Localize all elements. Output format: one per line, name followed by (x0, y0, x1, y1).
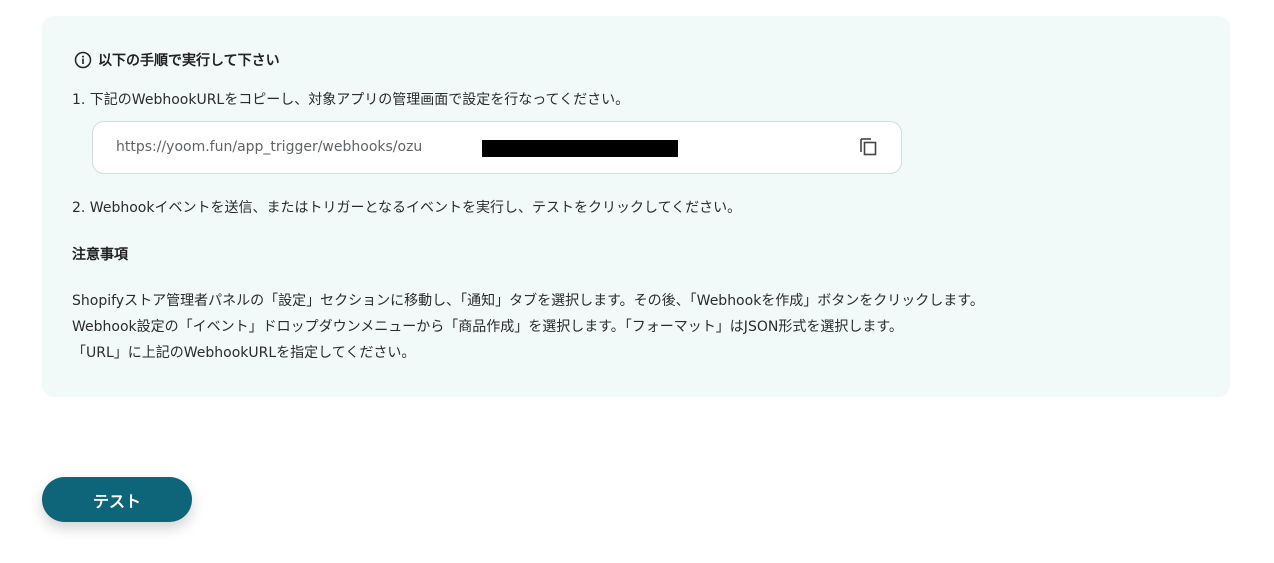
step-1-text: 1. 下記のWebhookURLをコピーし、対象アプリの管理画面で設定を行なって… (72, 92, 630, 108)
notes-title: 注意事項 (72, 247, 128, 263)
instructions-heading-text: 以下の手順で実行して下さい (98, 53, 280, 69)
notes-line: Webhook設定の「イベント」ドロップダウンメニューから「商品作成」を選択しま… (72, 319, 903, 335)
webhook-url-text: https://yoom.fun/app_trigger/webhooks/oz… (116, 139, 423, 155)
webhook-url-field[interactable]: https://yoom.fun/app_trigger/webhooks/oz… (92, 121, 902, 174)
info-icon (74, 51, 92, 69)
copy-icon (857, 135, 879, 161)
copy-url-button[interactable] (853, 133, 883, 163)
instructions-panel: 以下の手順で実行して下さい 1. 下記のWebhookURLをコピーし、対象アプ… (42, 16, 1230, 397)
redaction-bar (482, 140, 678, 157)
notes-body: Shopifyストア管理者パネルの「設定」セクションに移動し、「通知」タブを選択… (72, 288, 984, 366)
notes-line: Shopifyストア管理者パネルの「設定」セクションに移動し、「通知」タブを選択… (72, 293, 984, 309)
instructions-heading: 以下の手順で実行して下さい (74, 50, 280, 70)
notes-line: 「URL」に上記のWebhookURLを指定してください。 (72, 345, 416, 361)
step-2-text: 2. Webhookイベントを送信、またはトリガーとなるイベントを実行し、テスト… (72, 200, 742, 216)
test-button[interactable]: テスト (42, 477, 192, 522)
